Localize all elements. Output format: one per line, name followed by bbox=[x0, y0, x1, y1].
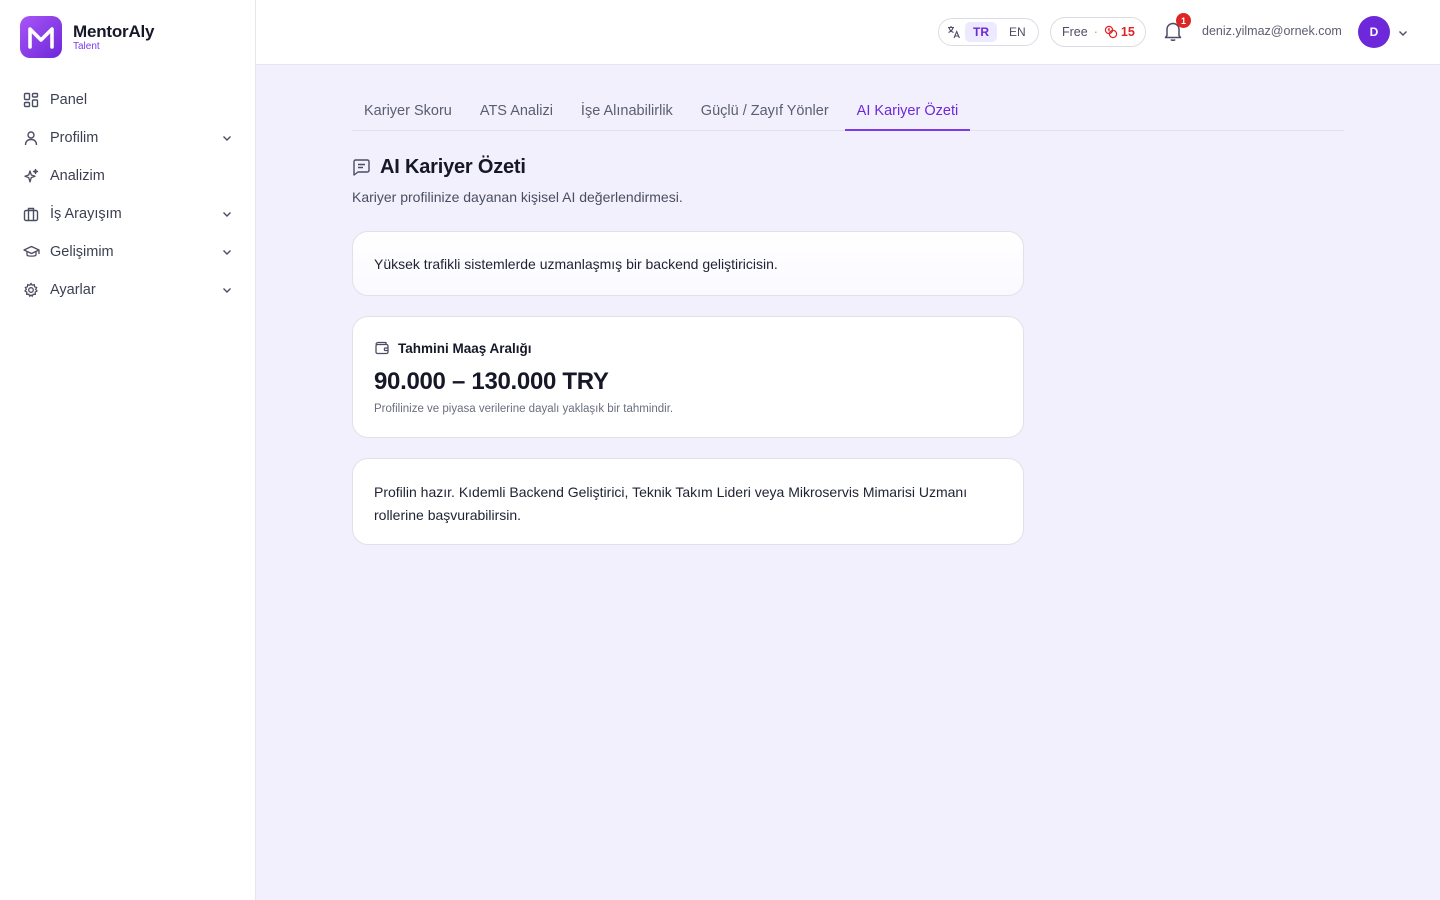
avatar[interactable]: D bbox=[1358, 16, 1390, 48]
plan-separator: · bbox=[1093, 25, 1098, 39]
plan-badge[interactable]: Free · 15 bbox=[1050, 17, 1146, 47]
tab-ai-kariyer-ozeti[interactable]: AI Kariyer Özeti bbox=[844, 96, 971, 131]
brand-name: MentorAly bbox=[73, 21, 155, 41]
settings-icon bbox=[22, 281, 40, 299]
user-email: deniz.yilmaz@ornek.com bbox=[1202, 24, 1342, 38]
sidebar-item-analizim[interactable]: Analizim bbox=[12, 157, 244, 195]
tab-guclu-zayif-yonler[interactable]: Güçlü / Zayıf Yönler bbox=[689, 96, 841, 131]
chevron-down-icon bbox=[220, 131, 234, 145]
chevron-down-icon[interactable] bbox=[1397, 26, 1409, 38]
language-switcher: TR EN bbox=[938, 18, 1039, 46]
sparkles-icon bbox=[22, 167, 40, 185]
chevron-down-icon bbox=[220, 207, 234, 221]
tab-kariyer-skoru[interactable]: Kariyer Skoru bbox=[352, 96, 464, 131]
plan-name: Free bbox=[1062, 25, 1088, 39]
sidebar: MentorAly Talent Panel Profilim Analizim bbox=[0, 0, 256, 900]
salary-amount: 90.000 – 130.000 TRY bbox=[374, 368, 609, 395]
sidebar-item-profilim[interactable]: Profilim bbox=[12, 119, 244, 157]
sidebar-item-ayarlar[interactable]: Ayarlar bbox=[12, 271, 244, 309]
page-title: AI Kariyer Özeti bbox=[380, 156, 526, 178]
grid-icon bbox=[22, 91, 40, 109]
briefcase-icon bbox=[22, 205, 40, 223]
coins-icon bbox=[1104, 25, 1118, 39]
section-header: AI Kariyer Özeti bbox=[352, 156, 526, 179]
salary-card: Tahmini Maaş Aralığı 90.000 – 130.000 TR… bbox=[352, 316, 1024, 438]
salary-note: Profilinize ve piyasa verilerine dayalı … bbox=[374, 403, 674, 415]
notification-badge: 1 bbox=[1176, 13, 1191, 28]
chevron-down-icon bbox=[220, 245, 234, 259]
language-en-button[interactable]: EN bbox=[1001, 22, 1034, 42]
tab-ats-analizi[interactable]: ATS Analizi bbox=[468, 96, 565, 131]
sidebar-item-panel[interactable]: Panel bbox=[12, 81, 244, 119]
top-header: TR EN Free · 15 1 deniz.yilmaz@ornek.com… bbox=[256, 0, 1440, 65]
user-icon bbox=[22, 129, 40, 147]
roles-text: Profilin hazır. Kıdemli Backend Geliştir… bbox=[374, 484, 968, 523]
sidebar-item-label: Gelişimim bbox=[50, 244, 114, 260]
sidebar-item-label: Ayarlar bbox=[50, 282, 96, 298]
credits-count: 15 bbox=[1120, 25, 1135, 39]
sidebar-item-label: Profilim bbox=[50, 130, 99, 146]
sidebar-nav: Panel Profilim Analizim İş Arayışım Geli… bbox=[12, 81, 244, 309]
sidebar-item-is-arayisim[interactable]: İş Arayışım bbox=[12, 195, 244, 233]
translate-icon bbox=[947, 25, 961, 39]
brand[interactable]: MentorAly Talent bbox=[20, 16, 155, 58]
roles-card: Profilin hazır. Kıdemli Backend Geliştir… bbox=[352, 458, 1024, 545]
summary-text: Yüksek trafikli sistemlerde uzmanlaşmış … bbox=[374, 256, 778, 272]
brand-subtitle: Talent bbox=[73, 40, 100, 52]
summary-card: Yüksek trafikli sistemlerde uzmanlaşmış … bbox=[352, 231, 1024, 296]
language-tr-button[interactable]: TR bbox=[965, 22, 997, 42]
chevron-down-icon bbox=[220, 283, 234, 297]
graduation-cap-icon bbox=[22, 243, 40, 261]
sidebar-item-label: Panel bbox=[50, 92, 88, 108]
tab-ise-alinabilirlik[interactable]: İşe Alınabilirlik bbox=[569, 96, 685, 131]
sidebar-item-label: İş Arayışım bbox=[50, 206, 122, 222]
sidebar-item-label: Analizim bbox=[50, 168, 105, 184]
analysis-tabs: Kariyer Skoru ATS Analizi İşe Alınabilir… bbox=[352, 96, 1344, 131]
message-icon bbox=[352, 158, 371, 177]
wallet-icon bbox=[374, 340, 390, 356]
sidebar-item-gelisimim[interactable]: Gelişimim bbox=[12, 233, 244, 271]
logo-icon bbox=[20, 16, 62, 58]
salary-title: Tahmini Maaş Aralığı bbox=[398, 340, 532, 356]
notifications-button[interactable]: 1 bbox=[1163, 13, 1191, 44]
page-subtitle: Kariyer profilinize dayanan kişisel AI d… bbox=[352, 189, 683, 205]
